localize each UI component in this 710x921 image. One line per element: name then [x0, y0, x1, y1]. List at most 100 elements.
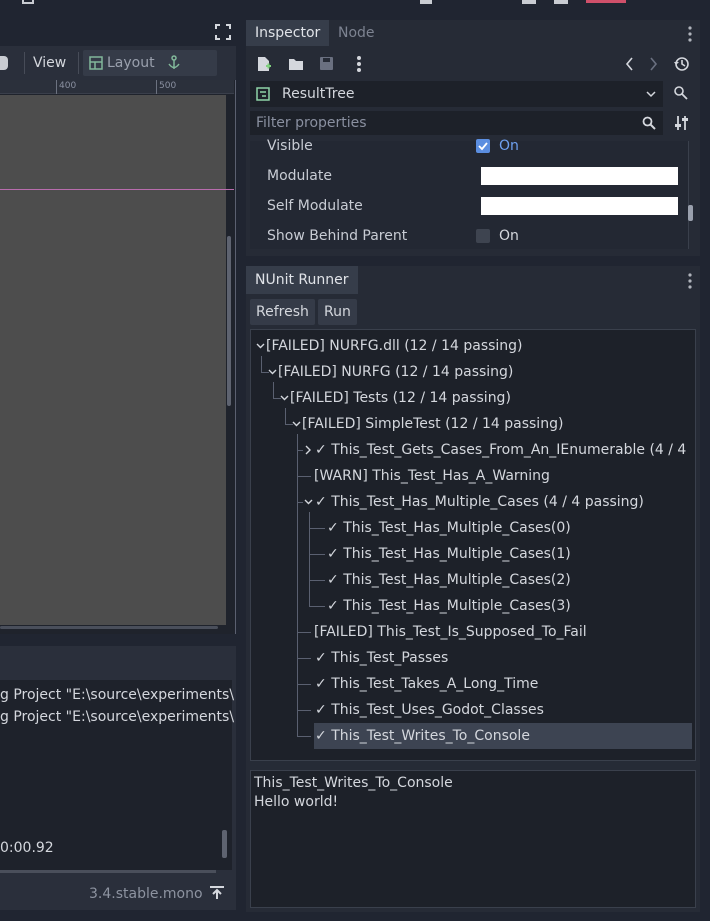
tree-row-simpletest[interactable]: [FAILED] SimpleTest (12 / 14 passing) [302, 411, 563, 437]
object-history-icon[interactable] [674, 56, 690, 72]
tab-inspector[interactable]: Inspector [246, 20, 330, 46]
save-icon[interactable] [319, 56, 334, 71]
run-button[interactable]: Run [318, 299, 357, 325]
expanded-chevron-icon[interactable] [304, 498, 313, 506]
dock-menu-icon[interactable] [687, 273, 693, 289]
tree-row-label: This_Test_Has_Multiple_Cases(3) [343, 598, 571, 614]
tree-connector [309, 528, 325, 529]
property-label-visible: Visible [267, 138, 313, 154]
output-vertical-scrollbar[interactable] [222, 830, 227, 858]
pass-check-icon: ✓ [315, 494, 327, 510]
output-horizontal-scrollbar[interactable] [0, 870, 216, 873]
assetlib-icon[interactable] [22, 0, 34, 4]
filter-properties-input[interactable]: Filter properties [250, 111, 663, 135]
tree-row-case-3[interactable]: ✓ This_Test_Has_Multiple_Cases(3) [327, 593, 571, 619]
anchor-icon[interactable] [167, 55, 181, 71]
snap-icon[interactable] [0, 56, 8, 70]
property-label-self-modulate: Self Modulate [267, 198, 363, 214]
expanded-chevron-icon[interactable] [268, 368, 277, 376]
tree-row-label: This_Test_Has_Multiple_Cases(1) [343, 546, 571, 562]
tree-connector [309, 580, 325, 581]
property-list: Visible On Modulate Self Modulate Show B… [250, 138, 693, 249]
tree-row-case-0[interactable]: ✓ This_Test_Has_Multiple_Cases(0) [327, 515, 571, 541]
tree-row-passes[interactable]: ✓ This_Test_Passes [315, 645, 448, 671]
tree-row-label: This_Test_Has_Multiple_Cases(0) [343, 520, 571, 536]
tab-nunit-runner[interactable]: NUnit Runner [246, 266, 358, 294]
tree-connector [297, 450, 303, 451]
debug-icon[interactable] [554, 0, 568, 4]
new-resource-icon[interactable] [257, 56, 271, 72]
tree-row-multiple-cases[interactable]: ✓ This_Test_Has_Multiple_Cases (4 / 4 pa… [315, 489, 644, 515]
tree-row-namespace[interactable]: [FAILED] NURFG (12 / 14 passing) [278, 359, 513, 385]
tree-connector [309, 606, 325, 607]
canvas-horizontal-scrollbar[interactable] [0, 626, 218, 629]
tree-row-case-1[interactable]: ✓ This_Test_Has_Multiple_Cases(1) [327, 541, 571, 567]
expanded-chevron-icon[interactable] [280, 394, 289, 402]
2d-canvas[interactable] [0, 95, 226, 625]
tree-row-long-time[interactable]: ✓ This_Test_Takes_A_Long_Time [315, 671, 538, 697]
tree-row-case-2[interactable]: ✓ This_Test_Has_Multiple_Cases(2) [327, 567, 571, 593]
collapsed-chevron-icon[interactable] [304, 445, 312, 455]
expanded-chevron-icon[interactable] [292, 420, 301, 428]
tree-row-label: This_Test_Writes_To_Console [331, 728, 530, 744]
inspector-dock: Inspector Node ResultTree Filter propert… [246, 20, 700, 256]
distraction-free-icon[interactable] [215, 24, 231, 40]
pass-check-icon: ✓ [327, 546, 339, 562]
property-scrollbar-thumb[interactable] [688, 205, 693, 221]
horizontal-ruler: 400 500 [0, 80, 234, 94]
tree-row-writes-to-console-selected[interactable]: ✓ This_Test_Writes_To_Console [314, 723, 692, 749]
tree-row-label: This_Test_Takes_A_Long_Time [331, 676, 539, 692]
tree-row-label: This_Test_Has_Multiple_Cases (4 / 4 pass… [331, 494, 644, 510]
tree-row-tests[interactable]: [FAILED] Tests (12 / 14 passing) [290, 385, 511, 411]
play-icon[interactable] [420, 0, 432, 4]
tree-row-assembly[interactable]: [FAILED] NURFG.dll (12 / 14 passing) [266, 333, 523, 359]
history-forward-icon[interactable] [649, 57, 658, 71]
tree-connector [297, 684, 311, 685]
open-folder-icon[interactable] [288, 57, 304, 71]
tree-connector [297, 736, 311, 737]
tree-connector [297, 502, 303, 503]
tree-connector [261, 356, 262, 372]
tree-connector [297, 632, 311, 633]
pass-check-icon: ✓ [327, 598, 339, 614]
layout-menu-button[interactable]: Layout [83, 50, 217, 76]
console-line: Hello world! [254, 794, 339, 810]
expanded-chevron-icon[interactable] [256, 342, 265, 350]
ruler-major-tick [56, 80, 57, 94]
tree-connector [285, 408, 286, 424]
ruler-major-tick [156, 80, 157, 94]
tree-row-godot-classes[interactable]: ✓ This_Test_Uses_Godot_Classes [315, 697, 544, 723]
dock-menu-icon[interactable] [687, 26, 693, 42]
viewport-guide-line [0, 189, 234, 190]
stop-icon[interactable] [522, 0, 536, 4]
object-selector[interactable]: ResultTree [250, 81, 663, 107]
tree-connector [297, 658, 311, 659]
refresh-button[interactable]: Refresh [250, 299, 315, 325]
test-console-output[interactable]: This_Test_Writes_To_Console Hello world! [250, 770, 696, 908]
gles-badge[interactable] [586, 0, 626, 3]
tree-row-warning[interactable]: [WARN] This_Test_Has_A_Warning [314, 463, 550, 489]
panel-border [235, 80, 236, 634]
more-options-icon[interactable] [356, 55, 362, 73]
tree-row-failed-test[interactable]: [FAILED] This_Test_Is_Supposed_To_Fail [314, 619, 587, 645]
property-tools-icon[interactable] [674, 115, 688, 131]
toolbar-divider [24, 52, 25, 74]
canvas-vertical-scrollbar[interactable] [227, 236, 231, 406]
engine-version: 3.4.stable.mono [89, 886, 203, 902]
show-behind-parent-checkbox[interactable] [476, 229, 490, 243]
object-properties-icon[interactable] [673, 85, 689, 103]
ruler-label-500: 500 [159, 81, 177, 91]
view-menu-button[interactable]: View [33, 50, 66, 76]
visible-checkbox[interactable] [476, 139, 490, 153]
tree-row-label: This_Test_Gets_Cases_From_An_IEnumerable… [331, 442, 689, 458]
property-scrollbar-track [688, 141, 689, 249]
history-back-icon[interactable] [625, 57, 634, 71]
self-modulate-color-swatch[interactable] [481, 197, 678, 215]
tree-connector [273, 382, 274, 398]
tab-node[interactable]: Node [329, 20, 384, 46]
tree-row-ienumerable[interactable]: ✓ This_Test_Gets_Cases_From_An_IEnumerab… [315, 437, 689, 463]
log-line: g Project "E:\source\experiments\ [0, 709, 235, 725]
checkmark-icon [478, 142, 488, 151]
collapse-bottom-panel-icon[interactable] [209, 886, 225, 900]
modulate-color-swatch[interactable] [481, 167, 678, 185]
